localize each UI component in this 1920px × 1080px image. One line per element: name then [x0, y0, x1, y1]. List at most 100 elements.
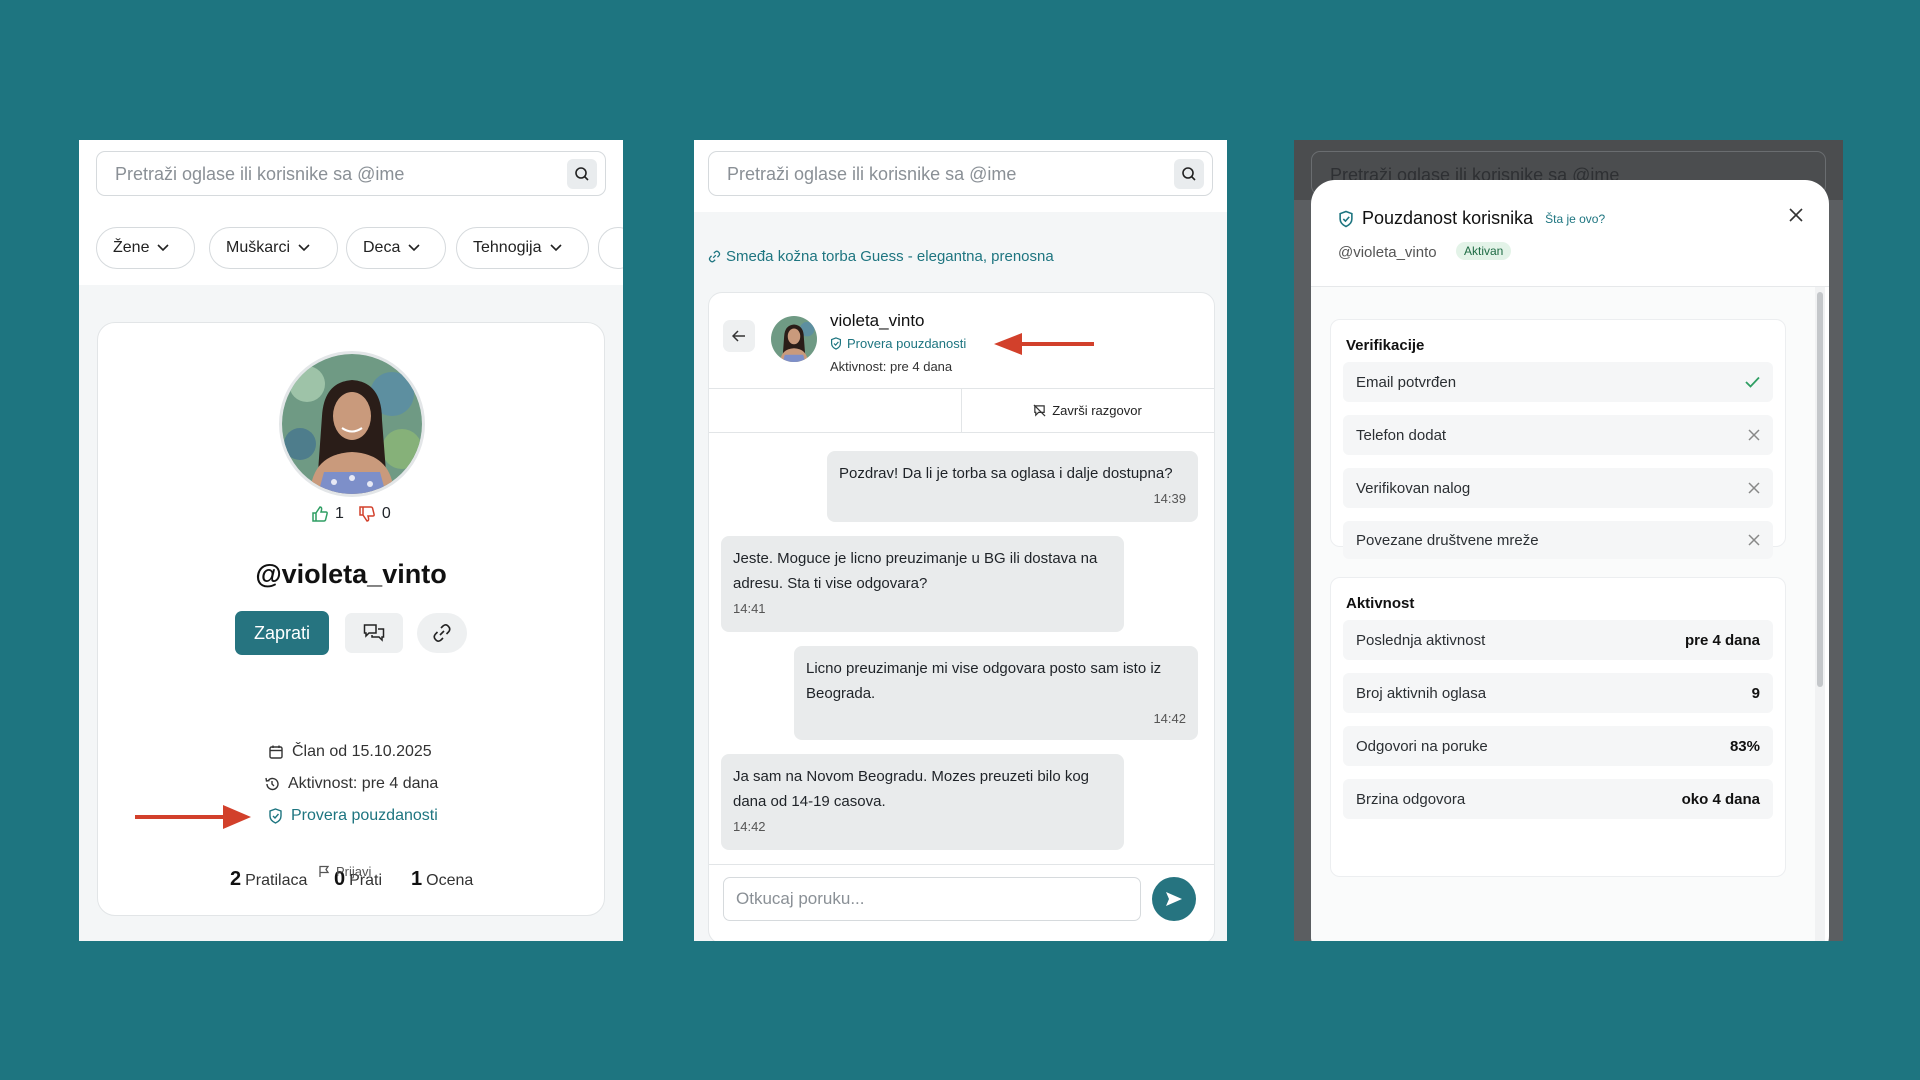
send-icon: [1166, 892, 1182, 906]
annotation-arrow: [994, 333, 1094, 355]
modal-username: @violeta_vinto: [1338, 244, 1437, 261]
calendar-icon: [269, 745, 283, 759]
verification-row: Email potvrđen: [1343, 362, 1773, 402]
listing-link[interactable]: Smeđa kožna torba Guess - elegantna, pre…: [708, 248, 1054, 265]
category-chip-tehnogija[interactable]: Tehnogija: [456, 227, 589, 269]
search-input[interactable]: Pretraži oglase ili korisnike sa @ime: [708, 151, 1213, 196]
avatar: [279, 351, 425, 497]
rating-summary: 1 0: [311, 505, 391, 523]
profile-screen: Pretraži oglase ili korisnike sa @ime Že…: [79, 140, 623, 941]
report-label: Prijavi: [336, 864, 372, 879]
trust-check-link[interactable]: Provera pouzdanosti: [268, 807, 438, 825]
trust-check-label: Provera pouzdanosti: [291, 807, 438, 824]
activity-label: Broj aktivnih oglasa: [1356, 684, 1487, 702]
category-label: Žene: [113, 239, 150, 256]
divider: [709, 864, 1214, 865]
verification-label: Povezane društvene mreže: [1356, 531, 1539, 549]
followers-count: 2: [230, 868, 242, 890]
message-incoming: Jeste. Moguce je licno preuzimanje u BG …: [721, 536, 1124, 632]
modal-title: Pouzdanost korisnika: [1362, 208, 1534, 228]
trust-check-link[interactable]: Provera pouzdanosti: [830, 336, 966, 351]
message-time: 14:39: [1153, 491, 1186, 506]
chevron-down-icon: [298, 244, 310, 252]
message-time: 14:42: [1153, 711, 1186, 726]
message-time: 14:42: [733, 819, 766, 834]
verification-label: Telefon dodat: [1356, 426, 1447, 444]
follow-button[interactable]: Zaprati: [235, 611, 329, 655]
shield-check-icon: [831, 337, 841, 350]
trust-check-label: Provera pouzdanosti: [847, 336, 967, 351]
activity-row: Broj aktivnih oglasa 9: [1343, 673, 1773, 713]
verification-label: Email potvrđen: [1356, 373, 1457, 391]
annotation-arrow: [135, 805, 251, 829]
chevron-down-icon: [408, 244, 420, 252]
likes-count: 1: [335, 505, 344, 522]
ratings-label: Ocena: [426, 872, 474, 889]
end-chat-button[interactable]: Završi razgovor: [961, 388, 1214, 432]
shield-check-icon: [1339, 210, 1353, 227]
activity-label: Brzina odgovora: [1356, 790, 1466, 808]
send-button[interactable]: [1152, 877, 1196, 921]
activity-value: 9: [1751, 684, 1760, 702]
thumbs-down-icon[interactable]: [358, 505, 376, 523]
close-button[interactable]: [1783, 202, 1809, 228]
contact-name: violeta_vinto: [830, 311, 925, 330]
activity-value: pre 4 dana: [1684, 631, 1760, 649]
category-label: Tehnogija: [473, 239, 542, 256]
back-button[interactable]: [723, 320, 755, 352]
scrollbar-thumb[interactable]: [1817, 292, 1823, 687]
category-chip-muskarci[interactable]: Muškarci: [209, 227, 338, 269]
section-title: Verifikacije: [1346, 337, 1425, 354]
message-input[interactable]: Otkucaj poruku...: [723, 877, 1141, 921]
search-icon: [575, 167, 589, 181]
member-since-text: Član od 15.10.2025: [292, 743, 432, 760]
chat-off-icon: [1033, 404, 1046, 417]
scrollbar-track[interactable]: [1815, 287, 1825, 941]
section-title: Aktivnost: [1346, 595, 1415, 612]
link-icon: [433, 624, 451, 642]
verification-row: Povezane društvene mreže: [1343, 521, 1773, 559]
arrow-left-icon: [732, 330, 745, 342]
search-input[interactable]: Pretraži oglase ili korisnike sa @ime: [96, 151, 606, 196]
history-icon: [265, 777, 279, 791]
activity-section: Aktivnost Poslednja aktivnost pre 4 dana…: [1330, 577, 1786, 877]
category-label: Muškarci: [226, 239, 291, 256]
message-text: Pozdrav! Da li je torba sa oglasa i dalj…: [839, 465, 1173, 482]
flag-icon: [319, 865, 330, 877]
activity-row: Odgovori na poruke 83%: [1343, 726, 1773, 766]
profile-username: @violeta_vinto: [255, 559, 447, 589]
close-icon: [1789, 208, 1803, 222]
activity-value: oko 4 dana: [1681, 790, 1760, 808]
contact-activity: Aktivnost: pre 4 dana: [830, 359, 953, 374]
followers-label: Pratilaca: [245, 872, 308, 889]
chat-icon: [363, 624, 385, 642]
share-link-button[interactable]: [417, 613, 467, 653]
report-link[interactable]: Prijavi: [318, 864, 371, 879]
x-icon: [1748, 534, 1760, 546]
dislikes-count: 0: [381, 505, 391, 522]
category-chip-deca[interactable]: Deca: [346, 227, 446, 269]
message-button[interactable]: [345, 613, 403, 653]
check-icon: [1745, 376, 1760, 388]
avatar-image: [282, 354, 422, 494]
avatar-image: [771, 316, 817, 362]
chevron-down-icon: [157, 244, 170, 252]
category-chip-zene[interactable]: Žene: [96, 227, 195, 269]
end-chat-label: Završi razgovor: [1052, 402, 1142, 418]
followers-stat[interactable]: 2 Pratilaca: [230, 868, 307, 891]
search-button[interactable]: [567, 159, 597, 189]
shield-check-icon: [269, 808, 282, 824]
chat-window: violeta_vinto Provera pouzdanosti Aktivn…: [708, 292, 1215, 941]
search-button[interactable]: [1174, 159, 1204, 189]
link-icon: [708, 250, 721, 263]
ratings-stat[interactable]: 1 Ocena: [411, 868, 473, 891]
ratings-count: 1: [411, 868, 423, 890]
category-label: Deca: [363, 239, 401, 256]
message-text: Licno preuzimanje mi vise odgovara posto…: [806, 660, 1162, 702]
x-icon: [1748, 482, 1760, 494]
activity-label: Poslednja aktivnost: [1356, 631, 1486, 649]
whats-this-link[interactable]: Šta je ovo?: [1545, 212, 1605, 226]
activity-value: 83%: [1729, 737, 1760, 755]
search-placeholder: Pretraži oglase ili korisnike sa @ime: [115, 164, 405, 184]
thumbs-up-icon[interactable]: [311, 505, 329, 523]
